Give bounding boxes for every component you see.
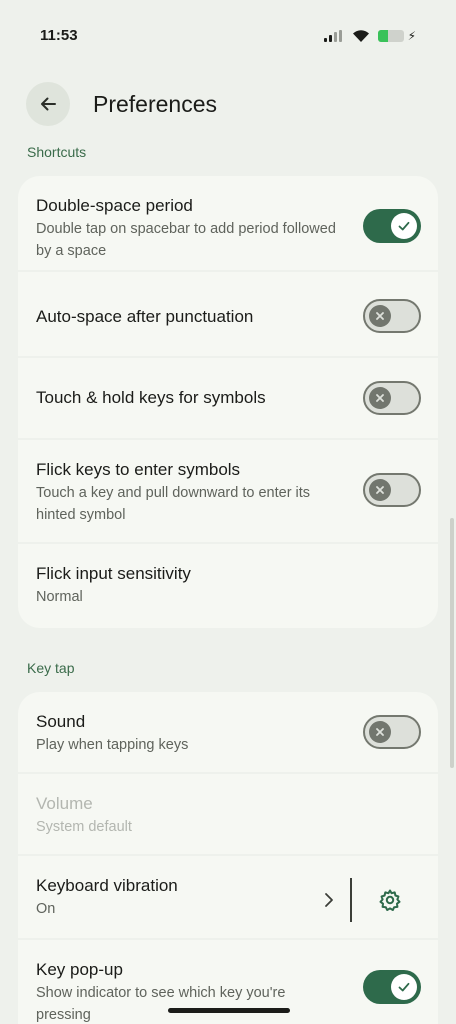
setting-title: Key pop-up: [36, 960, 123, 979]
close-icon: [376, 486, 384, 494]
setting-title: Flick input sensitivity: [36, 564, 191, 583]
setting-subtitle: Normal: [36, 589, 83, 605]
setting-sound[interactable]: Sound Play when tapping keys: [18, 692, 438, 774]
close-icon: [376, 394, 384, 402]
gear-icon[interactable]: [378, 888, 402, 912]
close-icon: [376, 312, 384, 320]
status-icons: ⚡: [323, 29, 416, 43]
setting-subtitle: Touch a key and pull downward to enter i…: [36, 485, 311, 523]
setting-double-space-period[interactable]: Double-space period Double tap on spaceb…: [18, 176, 438, 272]
setting-subtitle: Double tap on spacebar to add period fol…: [36, 221, 336, 259]
check-icon: [398, 221, 410, 231]
setting-flick-sensitivity[interactable]: Flick input sensitivity Normal: [18, 544, 438, 628]
touch-hold-toggle[interactable]: [363, 381, 421, 415]
shortcuts-card: Double-space period Double tap on spaceb…: [18, 176, 438, 628]
sound-toggle[interactable]: [363, 715, 421, 749]
key-tap-card: Sound Play when tapping keys Volume Syst…: [18, 692, 438, 1024]
wifi-icon: [352, 30, 369, 42]
close-icon: [376, 728, 384, 736]
status-time: 11:53: [40, 26, 78, 44]
vibration-actions: [322, 878, 402, 922]
battery-icon: [377, 30, 404, 42]
home-indicator[interactable]: [168, 1008, 290, 1013]
flick-keys-toggle[interactable]: [363, 473, 421, 507]
setting-title: Flick keys to enter symbols: [36, 460, 241, 479]
check-icon: [398, 982, 410, 992]
setting-auto-space[interactable]: Auto-space after punctuation: [18, 272, 438, 358]
scrollbar[interactable]: [450, 518, 454, 768]
auto-space-toggle[interactable]: [363, 299, 421, 333]
setting-title: Volume: [36, 794, 93, 813]
setting-keyboard-vibration[interactable]: Keyboard vibration On: [18, 856, 438, 940]
section-header-key-tap: Key tap: [27, 660, 75, 676]
app-bar: Preferences: [26, 80, 436, 128]
chevron-right-icon[interactable]: [322, 891, 336, 909]
page-title: Preferences: [93, 90, 218, 117]
setting-subtitle: Play when tapping keys: [36, 737, 189, 753]
setting-title: Double-space period: [36, 196, 193, 215]
setting-volume: Volume System default: [18, 774, 438, 856]
section-header-shortcuts: Shortcuts: [27, 144, 87, 160]
divider: [350, 878, 352, 922]
double-space-toggle[interactable]: [363, 209, 421, 243]
arrow-left-icon: [41, 97, 56, 111]
back-button[interactable]: [26, 82, 70, 126]
status-bar: 11:53 ⚡: [0, 0, 456, 72]
setting-flick-keys[interactable]: Flick keys to enter symbols Touch a key …: [18, 440, 438, 544]
key-popup-toggle[interactable]: [363, 970, 421, 1004]
charging-icon: ⚡: [407, 29, 416, 43]
signal-icon: [323, 30, 344, 42]
setting-subtitle: System default: [36, 819, 132, 835]
setting-touch-hold[interactable]: Touch & hold keys for symbols: [18, 358, 438, 440]
setting-subtitle: Show indicator to see which key you're p…: [36, 985, 286, 1023]
